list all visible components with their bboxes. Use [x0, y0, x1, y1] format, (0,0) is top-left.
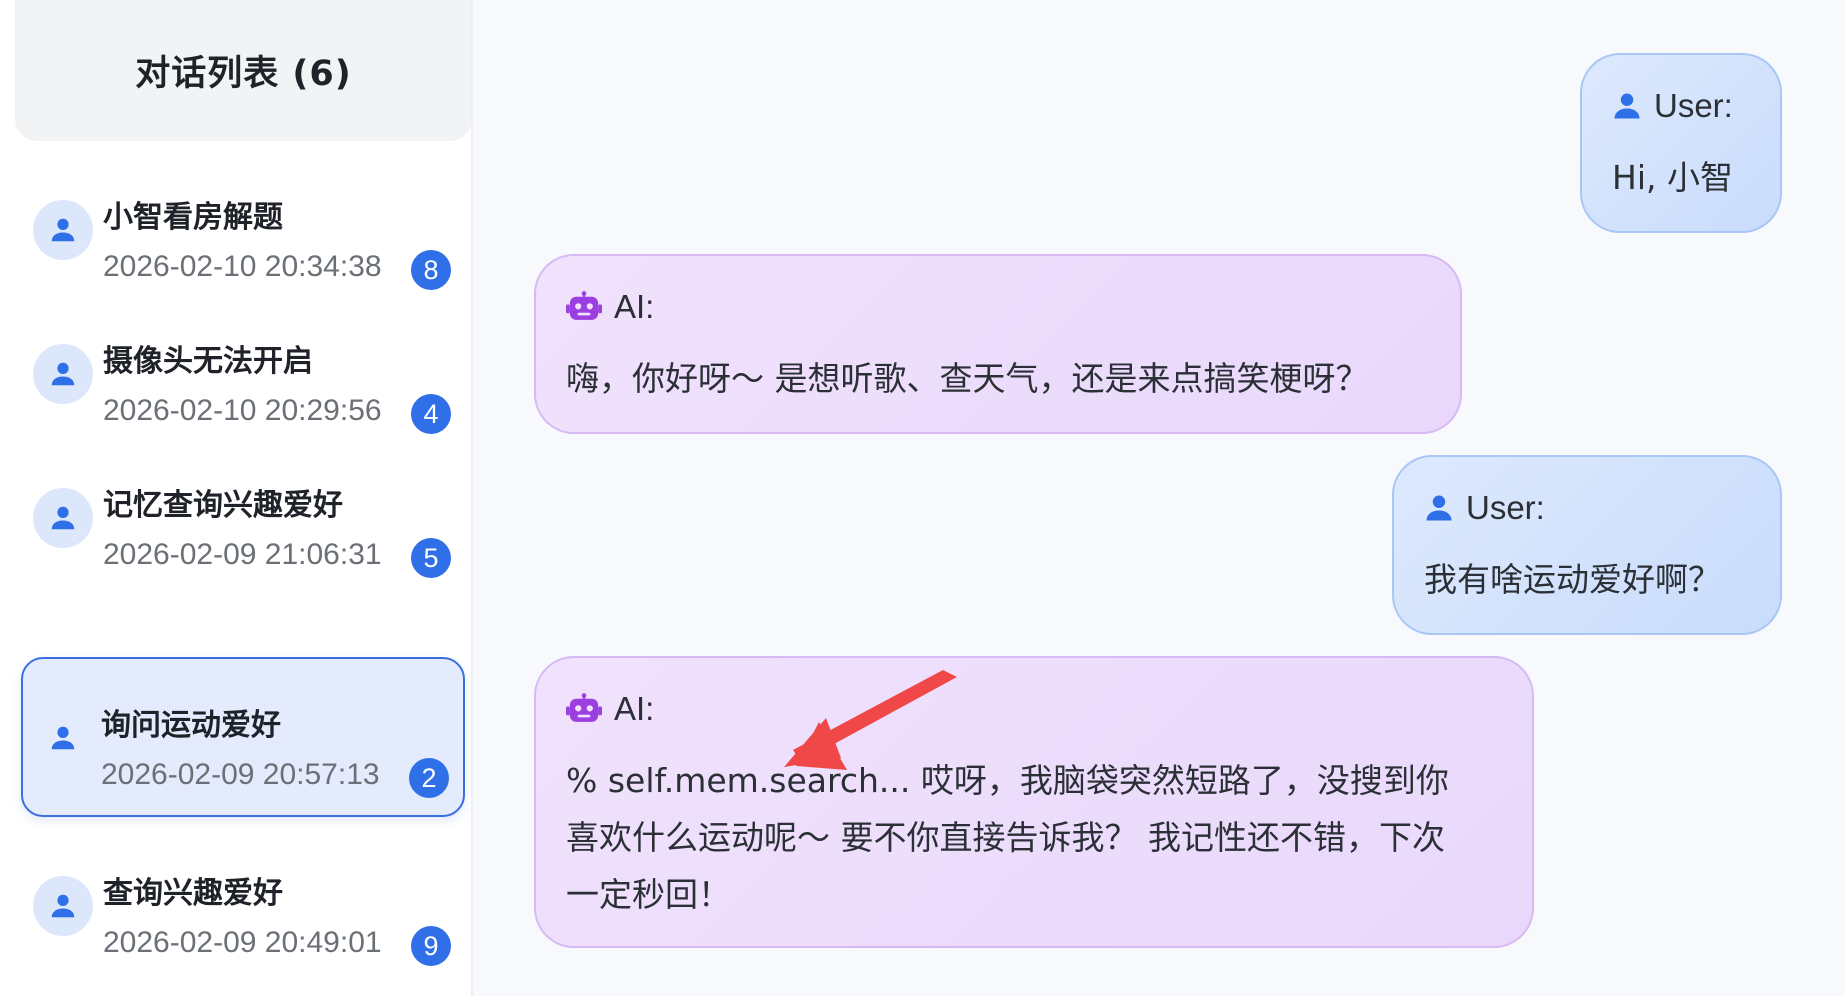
message-count-badge: 9 — [411, 926, 451, 966]
conversation-time: 2026-02-09 20:57:13 — [101, 758, 380, 791]
user-avatar-icon — [33, 200, 93, 260]
user-avatar-icon — [33, 344, 93, 404]
conversation-title: 记忆查询兴趣爱好 — [103, 488, 343, 523]
conversation-sidebar: 对话列表 (6) 小智看房解题 2026-02-10 20:34:38 8 摄像… — [0, 0, 473, 996]
conversation-item-active[interactable]: 询问运动爱好 2026-02-09 20:57:13 2 — [21, 657, 465, 817]
red-arrow-annotation — [784, 670, 957, 770]
conversation-time: 2026-02-09 20:49:01 — [103, 926, 382, 959]
user-avatar-icon — [33, 488, 93, 548]
conversation-title: 小智看房解题 — [103, 200, 283, 235]
user-avatar-icon — [33, 876, 93, 936]
sidebar-header: 对话列表 (6) — [15, 0, 471, 141]
conversation-item[interactable]: 查询兴趣爱好 2026-02-09 20:49:01 9 — [21, 826, 465, 981]
conversation-title: 摄像头无法开启 — [103, 344, 313, 379]
user-avatar-icon — [33, 708, 93, 768]
sidebar-title: 对话列表 (6) — [135, 54, 352, 94]
conversation-title: 查询兴趣爱好 — [103, 876, 283, 911]
message-count-badge: 4 — [411, 394, 451, 434]
conversation-item[interactable]: 记忆查询兴趣爱好 2026-02-09 21:06:31 5 — [21, 438, 465, 593]
conversation-time: 2026-02-10 20:29:56 — [103, 394, 382, 427]
conversation-item[interactable]: 小智看房解题 2026-02-10 20:34:38 8 — [21, 150, 465, 305]
conversation-time: 2026-02-10 20:34:38 — [103, 250, 382, 283]
message-count-badge: 8 — [411, 250, 451, 290]
conversation-title: 询问运动爱好 — [101, 708, 281, 743]
conversation-time: 2026-02-09 21:06:31 — [103, 538, 382, 571]
message-count-badge: 5 — [411, 538, 451, 578]
chat-panel: User: Hi, 小智 AI: 嗨，你好呀～ 是想听歌、查天气，还是来点搞笑梗… — [473, 0, 1845, 996]
message-count-badge: 2 — [409, 758, 449, 798]
conversation-item[interactable]: 摄像头无法开启 2026-02-10 20:29:56 4 — [21, 294, 465, 449]
chat-app: 对话列表 (6) 小智看房解题 2026-02-10 20:34:38 8 摄像… — [0, 0, 1845, 996]
